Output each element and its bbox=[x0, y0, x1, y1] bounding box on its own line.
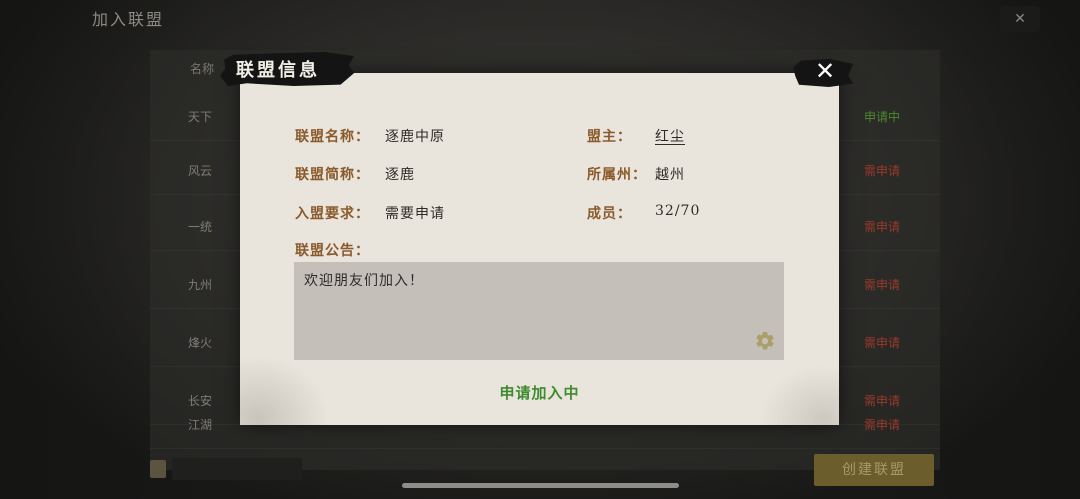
join-requirement-label: 入盟要求： bbox=[295, 206, 370, 222]
gear-icon[interactable] bbox=[754, 330, 776, 352]
home-indicator[interactable] bbox=[402, 483, 679, 488]
state-value: 越州 bbox=[655, 167, 685, 183]
notice-box: 欢迎朋友们加入！ bbox=[294, 262, 784, 360]
state-label: 所属州： bbox=[587, 167, 647, 183]
members-label: 成员： bbox=[587, 206, 632, 222]
background-title: 加入联盟 bbox=[92, 10, 165, 29]
join-status-text: 申请加入中 bbox=[499, 384, 580, 402]
background-checkbox bbox=[150, 460, 166, 478]
join-requirement-value: 需要申请 bbox=[385, 206, 445, 222]
alliance-name-value: 逐鹿中原 bbox=[385, 129, 445, 145]
background-create-button: 创建联盟 bbox=[814, 454, 934, 486]
background-header: 名称 bbox=[190, 62, 215, 76]
dialog-title: 联盟信息 bbox=[236, 60, 320, 81]
alliance-short-name-value: 逐鹿 bbox=[385, 167, 415, 183]
notice-label: 联盟公告： bbox=[295, 243, 370, 259]
background-search-input bbox=[172, 458, 302, 480]
leader-label: 盟主： bbox=[587, 129, 632, 145]
alliance-name-label: 联盟名称： bbox=[295, 129, 370, 145]
members-value: 32/70 bbox=[655, 203, 701, 219]
alliance-short-name-label: 联盟简称： bbox=[295, 167, 370, 183]
leader-link[interactable]: 红尘 bbox=[655, 126, 685, 146]
close-icon[interactable]: ✕ bbox=[815, 57, 835, 85]
background-close-button: ✕ bbox=[1000, 6, 1040, 32]
notice-text: 欢迎朋友们加入！ bbox=[304, 273, 424, 289]
